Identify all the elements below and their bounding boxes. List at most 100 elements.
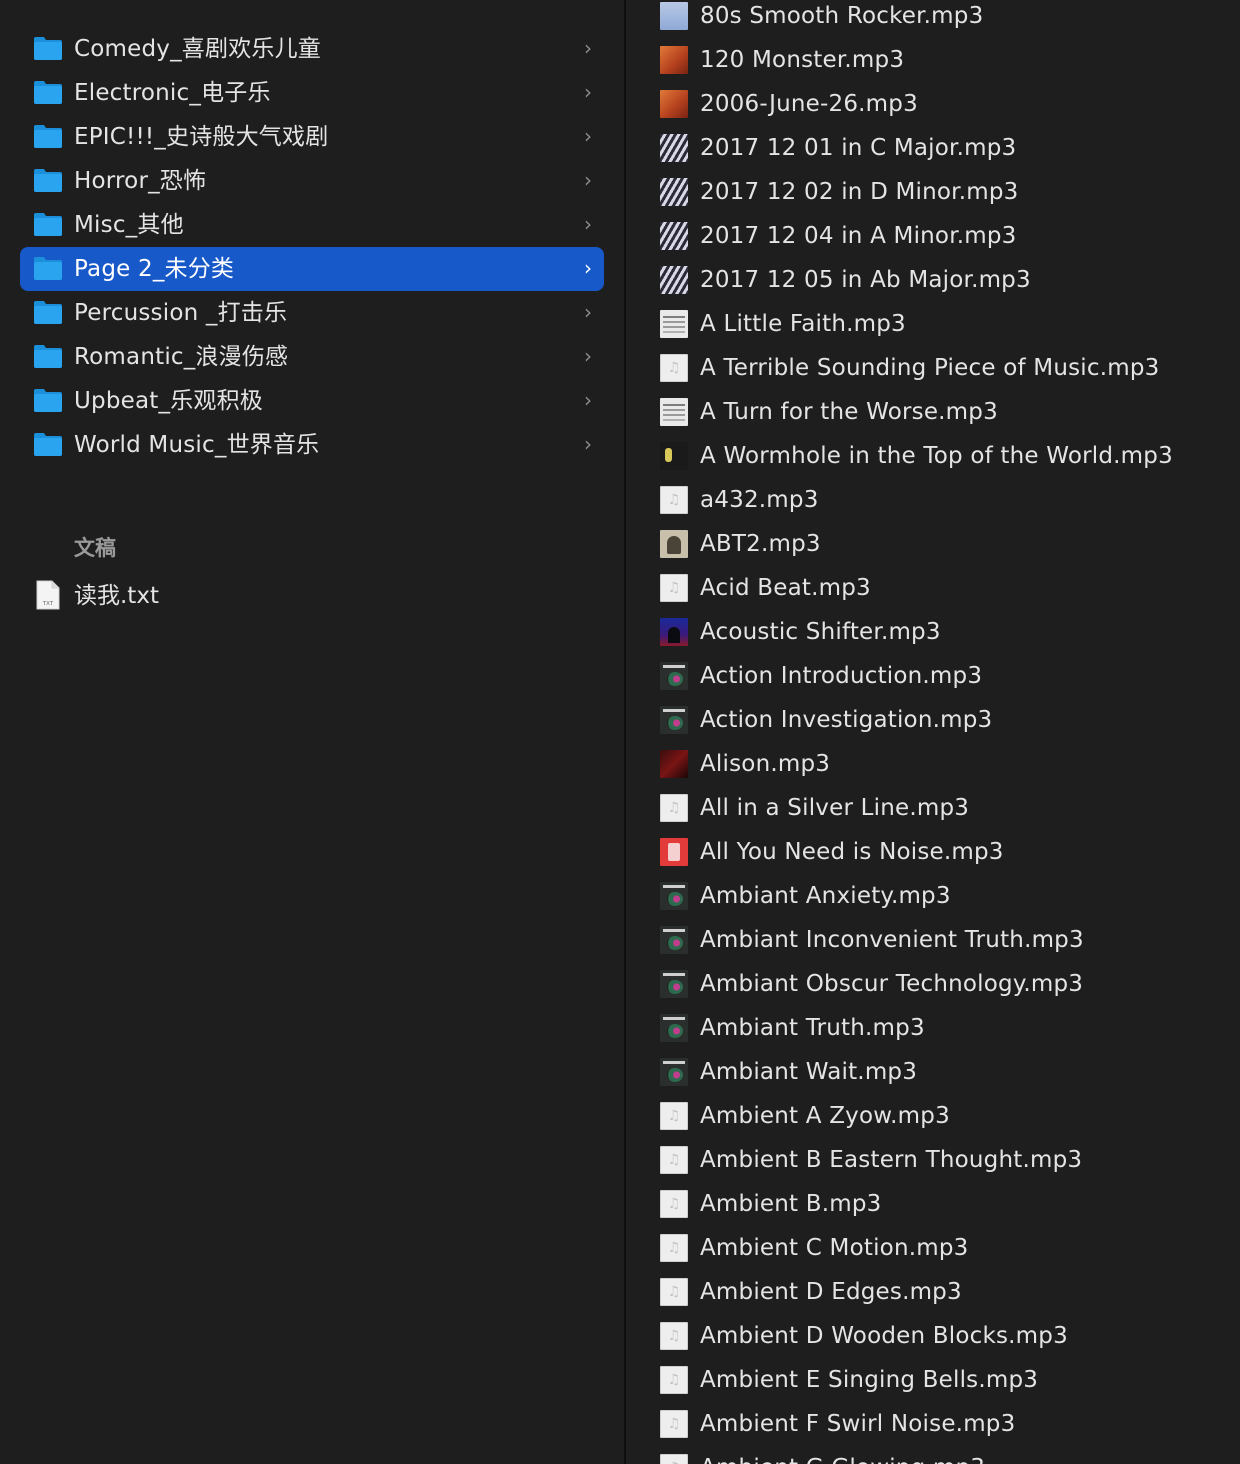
folder-icon — [34, 389, 62, 412]
album-art-thumbnail-icon — [660, 266, 688, 294]
file-row[interactable]: Acid Beat.mp3 — [626, 566, 1240, 610]
file-row[interactable]: All in a Silver Line.mp3 — [626, 786, 1240, 830]
file-row[interactable]: Alison.mp3 — [626, 742, 1240, 786]
chevron-right-icon: › — [584, 388, 592, 412]
chevron-right-icon: › — [584, 168, 592, 192]
album-art-thumbnail-icon — [660, 838, 688, 866]
file-row[interactable]: Ambient B Eastern Thought.mp3 — [626, 1138, 1240, 1182]
folder-row[interactable]: Percussion _打击乐 › — [20, 291, 604, 335]
file-column[interactable]: 80s Smooth Rocker.mp3 120 Monster.mp3 2006… — [626, 0, 1240, 1464]
file-row[interactable]: 2017 12 05 in Ab Major.mp3 — [626, 258, 1240, 302]
file-label: Ambient C Motion.mp3 — [700, 1235, 969, 1261]
file-row[interactable]: 2017 12 04 in A Minor.mp3 — [626, 214, 1240, 258]
chevron-right-icon: › — [584, 344, 592, 368]
album-art-thumbnail-icon — [660, 706, 688, 734]
file-row[interactable]: 120 Monster.mp3 — [626, 38, 1240, 82]
file-label: Ambient E Singing Bells.mp3 — [700, 1367, 1039, 1393]
file-label: Action Investigation.mp3 — [700, 707, 993, 733]
file-row[interactable]: A Wormhole in the Top of the World.mp3 — [626, 434, 1240, 478]
folder-icon — [34, 345, 62, 368]
file-row[interactable]: Ambiant Obscur Technology.mp3 — [626, 962, 1240, 1006]
album-art-thumbnail-icon — [660, 1454, 688, 1464]
file-row[interactable]: Ambient D Edges.mp3 — [626, 1270, 1240, 1314]
folder-row[interactable]: Comedy_喜剧欢乐儿童 › — [20, 27, 604, 71]
album-art-thumbnail-icon — [660, 1410, 688, 1438]
file-label: ABT2.mp3 — [700, 531, 821, 557]
file-row[interactable]: Ambient A Zyow.mp3 — [626, 1094, 1240, 1138]
file-row[interactable]: Ambient D Wooden Blocks.mp3 — [626, 1314, 1240, 1358]
file-label: Ambient F Swirl Noise.mp3 — [700, 1411, 1016, 1437]
album-art-thumbnail-icon — [660, 882, 688, 910]
folder-label: Horror_恐怖 — [74, 168, 207, 194]
folder-column[interactable]: Comedy_喜剧欢乐儿童 › Electronic_电子乐 › EPIC!!!_史诗般… — [0, 0, 624, 1464]
file-row[interactable]: Ambiant Inconvenient Truth.mp3 — [626, 918, 1240, 962]
album-art-thumbnail-icon — [660, 1234, 688, 1262]
file-label: Ambient G Glowing.mp3 — [700, 1446, 985, 1464]
file-row[interactable]: A Little Faith.mp3 — [626, 302, 1240, 346]
file-label: Ambient B Eastern Thought.mp3 — [700, 1147, 1083, 1173]
file-label: Alison.mp3 — [700, 751, 831, 777]
album-art-thumbnail-icon — [660, 134, 688, 162]
file-row[interactable]: Ambient F Swirl Noise.mp3 — [626, 1402, 1240, 1446]
file-label: Acoustic Shifter.mp3 — [700, 619, 941, 645]
file-row[interactable]: 80s Smooth Rocker.mp3 — [626, 0, 1240, 38]
file-label: Ambient B.mp3 — [700, 1191, 882, 1217]
file-label: 2017 12 04 in A Minor.mp3 — [700, 223, 1017, 249]
folder-label: Upbeat_乐观积极 — [74, 388, 263, 414]
folder-icon — [34, 213, 62, 236]
file-row[interactable]: Ambient E Singing Bells.mp3 — [626, 1358, 1240, 1402]
album-art-thumbnail-icon — [660, 178, 688, 206]
file-row[interactable]: Ambient C Motion.mp3 — [626, 1226, 1240, 1270]
document-label: 读我.txt — [74, 583, 159, 609]
file-label: 2017 12 02 in D Minor.mp3 — [700, 179, 1019, 205]
album-art-thumbnail-icon — [660, 1014, 688, 1042]
file-row[interactable]: 2017 12 02 in D Minor.mp3 — [626, 170, 1240, 214]
folder-icon — [34, 81, 62, 104]
folder-row[interactable]: Misc_其他 › — [20, 203, 604, 247]
document-row-readme[interactable]: TXT 读我.txt — [20, 574, 604, 618]
folder-row[interactable]: Page 2_未分类 › — [20, 247, 604, 291]
folder-row[interactable]: Romantic_浪漫伤感 › — [20, 335, 604, 379]
file-row[interactable]: Ambient B.mp3 — [626, 1182, 1240, 1226]
album-art-thumbnail-icon — [660, 1366, 688, 1394]
folder-label: Percussion _打击乐 — [74, 300, 288, 326]
documents-section-title: 文稿 — [74, 536, 116, 560]
chevron-right-icon: › — [584, 432, 592, 456]
finder-window: Comedy_喜剧欢乐儿童 › Electronic_电子乐 › EPIC!!!_史诗般… — [0, 0, 1240, 1464]
folder-row[interactable]: Upbeat_乐观积极 › — [20, 379, 604, 423]
album-art-thumbnail-icon — [660, 574, 688, 602]
file-label: All You Need is Noise.mp3 — [700, 839, 1004, 865]
file-row[interactable]: Ambient G Glowing.mp3 — [626, 1446, 1240, 1464]
folder-row[interactable]: EPIC!!!_史诗般大气戏剧 › — [20, 115, 604, 159]
folder-icon — [34, 433, 62, 456]
album-art-thumbnail-icon — [660, 662, 688, 690]
album-art-thumbnail-icon — [660, 310, 688, 338]
file-row[interactable]: Action Introduction.mp3 — [626, 654, 1240, 698]
file-row[interactable]: Ambiant Truth.mp3 — [626, 1006, 1240, 1050]
file-row[interactable]: Action Investigation.mp3 — [626, 698, 1240, 742]
file-label: a432.mp3 — [700, 487, 819, 513]
file-row[interactable]: a432.mp3 — [626, 478, 1240, 522]
folder-row[interactable]: Horror_恐怖 › — [20, 159, 604, 203]
file-row[interactable]: A Turn for the Worse.mp3 — [626, 390, 1240, 434]
chevron-right-icon: › — [584, 36, 592, 60]
file-row[interactable]: All You Need is Noise.mp3 — [626, 830, 1240, 874]
folder-row[interactable]: Electronic_电子乐 › — [20, 71, 604, 115]
folder-icon — [34, 301, 62, 324]
file-row[interactable]: Acoustic Shifter.mp3 — [626, 610, 1240, 654]
folder-label: EPIC!!!_史诗般大气戏剧 — [74, 124, 329, 150]
file-row[interactable]: Ambiant Anxiety.mp3 — [626, 874, 1240, 918]
file-row[interactable]: 2006-June-26.mp3 — [626, 82, 1240, 126]
album-art-thumbnail-icon — [660, 1322, 688, 1350]
file-row[interactable]: 2017 12 01 in C Major.mp3 — [626, 126, 1240, 170]
folder-icon — [34, 257, 62, 280]
file-row[interactable]: ABT2.mp3 — [626, 522, 1240, 566]
file-row[interactable]: A Terrible Sounding Piece of Music.mp3 — [626, 346, 1240, 390]
album-art-thumbnail-icon — [660, 222, 688, 250]
file-row[interactable]: Ambiant Wait.mp3 — [626, 1050, 1240, 1094]
file-label: 120 Monster.mp3 — [700, 47, 905, 73]
file-label: A Terrible Sounding Piece of Music.mp3 — [700, 355, 1160, 381]
album-art-thumbnail-icon — [660, 486, 688, 514]
folder-row[interactable]: World Music_世界音乐 › — [20, 423, 604, 467]
chevron-right-icon: › — [584, 212, 592, 236]
